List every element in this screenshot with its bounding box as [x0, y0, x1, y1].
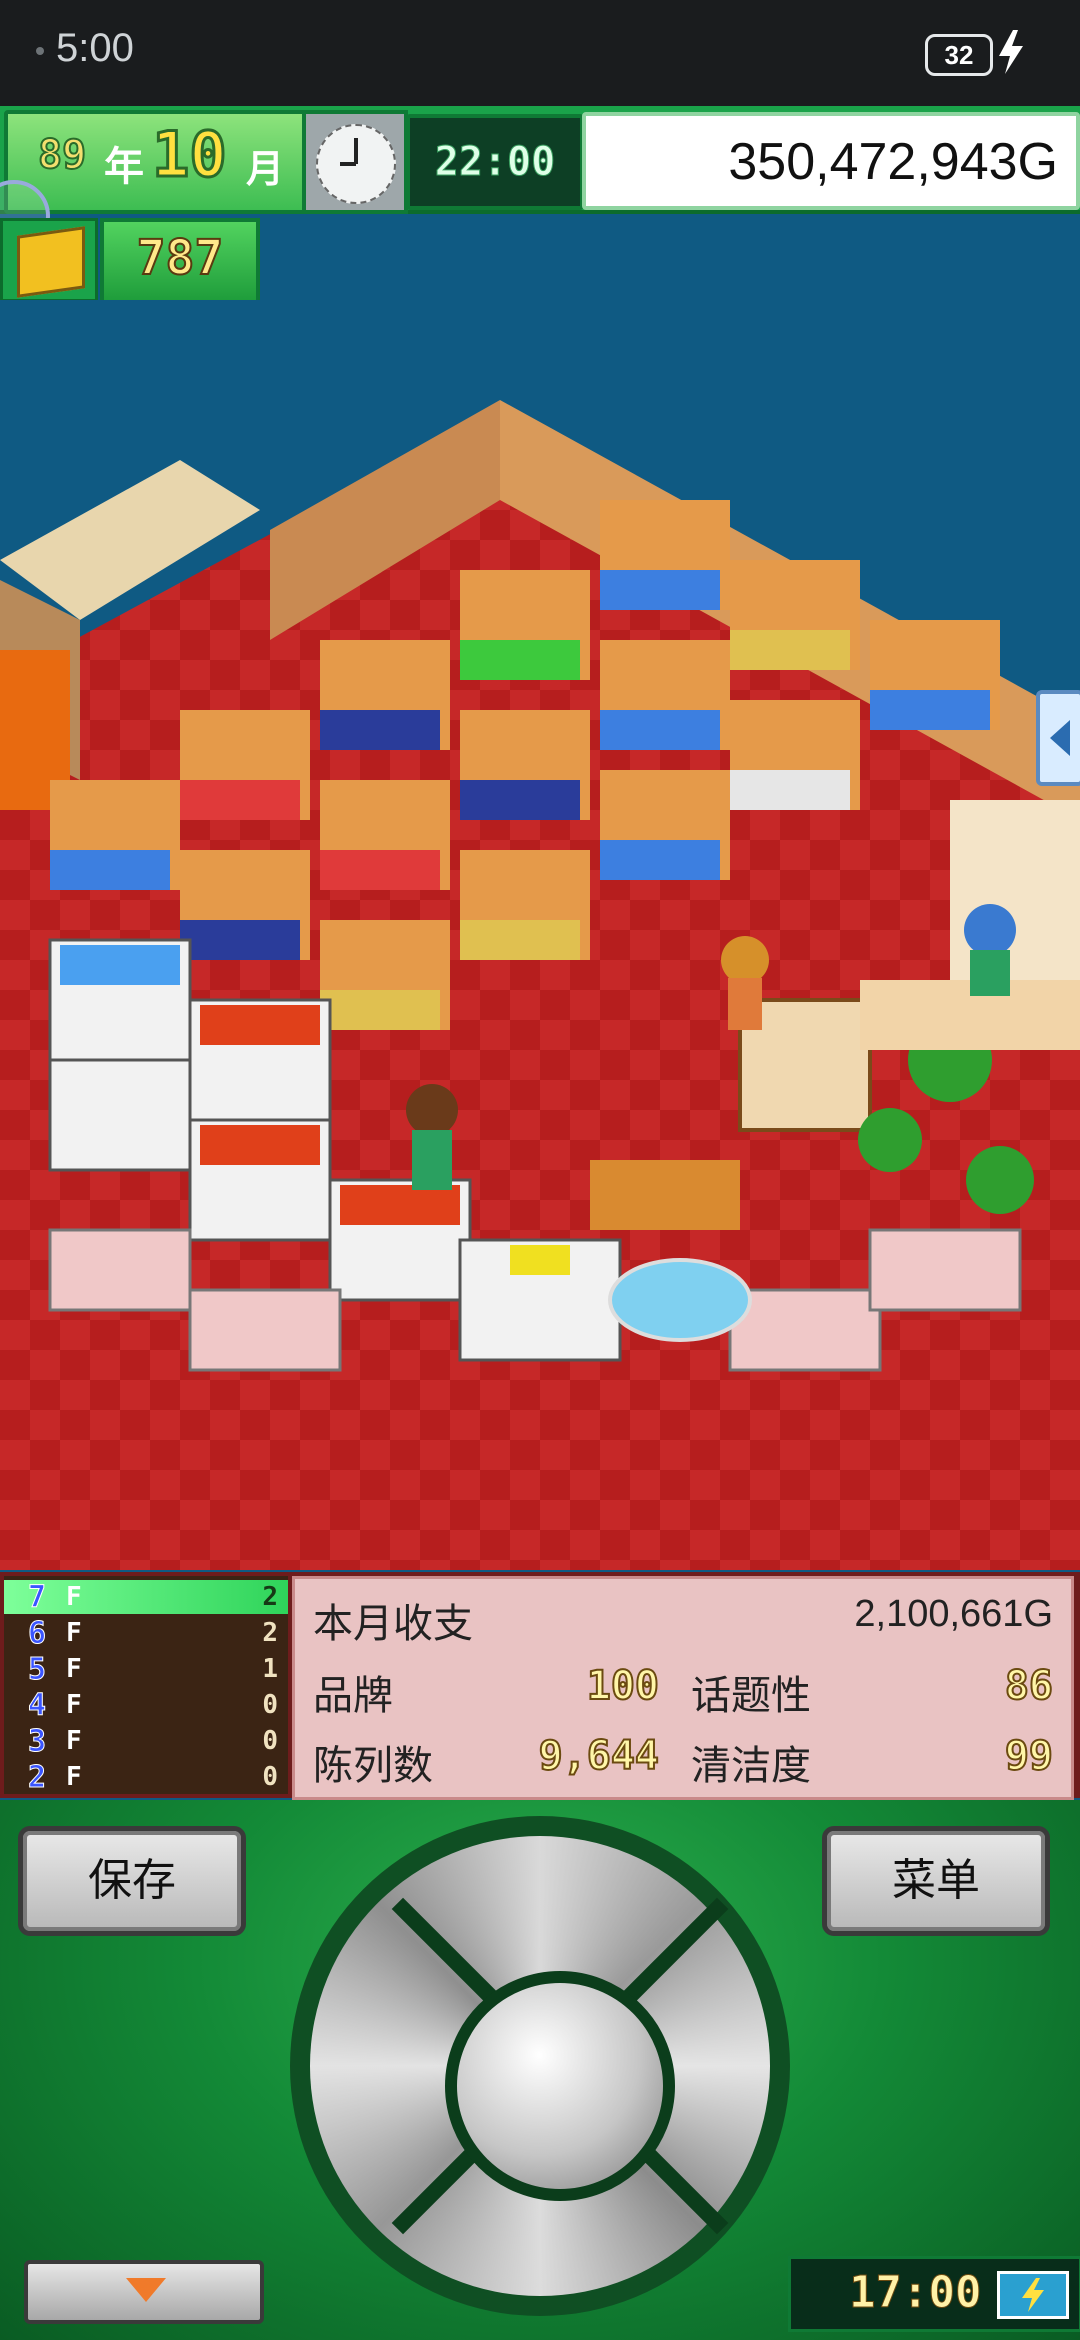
customer [406, 1084, 458, 1136]
dpad-center-button[interactable] [445, 1971, 675, 2201]
buzz-label: 话题性 [691, 1673, 811, 1719]
brand-label: 品牌 [313, 1673, 393, 1719]
month-value: 10 [151, 117, 229, 193]
store-scene[interactable] [0, 300, 1080, 1570]
buzz-value: 86 [1004, 1662, 1054, 1710]
display-label: 陈列数 [313, 1743, 433, 1789]
bottom-time-panel: 17:00 [788, 2256, 1080, 2332]
dpad-ring[interactable] [310, 1836, 770, 2296]
menu-button[interactable]: 菜单 [822, 1826, 1050, 1936]
customer [721, 936, 769, 984]
clean-label: 清洁度 [691, 1743, 811, 1789]
year-value: 89 [37, 131, 87, 179]
clerk [964, 904, 1016, 956]
plant [858, 1108, 922, 1172]
floor-row[interactable]: 3 F 0 [4, 1724, 288, 1760]
month-char: 月 [246, 147, 285, 191]
money-value: 350,472,943G [728, 133, 1058, 191]
checkout-counter [590, 1160, 740, 1230]
plant [966, 1146, 1034, 1214]
monthly-value: 2,100,661G [854, 1593, 1053, 1635]
dpad[interactable] [290, 1816, 790, 2316]
floor-row[interactable]: 5 F 1 [4, 1652, 288, 1688]
floor-row[interactable]: 4 F 0 [4, 1688, 288, 1724]
money-panel: 350,472,943G [582, 112, 1080, 210]
mail-icon [17, 226, 85, 298]
floor-list[interactable]: 7 F 2 6 F 2 5 F 1 4 F 0 3 F 0 2 F 0 [4, 1576, 288, 1796]
game-time: 22:00 [406, 114, 584, 210]
battery-indicator: 32 [925, 34, 993, 76]
game-screen: 5:00 32 89 年 10 月 22:00 350,472,943G 787 [0, 0, 1080, 2340]
clean-value: 99 [1004, 1732, 1054, 1780]
clock-icon [302, 110, 408, 214]
triangle-down-icon [126, 2278, 166, 2302]
charging-icon [999, 30, 1023, 74]
fountain [608, 1258, 752, 1342]
bottom-time: 17:00 [848, 2267, 982, 2319]
points-panel: 787 [100, 218, 260, 304]
mail-button[interactable] [0, 218, 98, 302]
floor-row[interactable]: 6 F 2 [4, 1616, 288, 1652]
stats-panel: 本月收支 2,100,661G 品牌 100 话题性 86 陈列数 9,644 … [292, 1576, 1074, 1800]
floor-row[interactable]: 7 F 2 [4, 1580, 288, 1616]
status-time: 5:00 [56, 26, 134, 70]
save-button[interactable]: 保存 [18, 1826, 246, 1936]
scroll-right-button[interactable] [1036, 690, 1080, 786]
energy-icon [997, 2271, 1069, 2319]
notification-dot [36, 47, 44, 55]
display-value: 9,644 [538, 1732, 660, 1780]
monthly-label: 本月收支 [313, 1601, 473, 1647]
status-bar: 5:00 32 [0, 0, 1080, 106]
brand-value: 100 [586, 1662, 660, 1710]
floor-row[interactable]: 2 F 0 [4, 1760, 288, 1796]
points-value: 787 [136, 229, 225, 287]
year-char: 年 [104, 144, 144, 190]
expand-down-button[interactable] [24, 2260, 264, 2324]
